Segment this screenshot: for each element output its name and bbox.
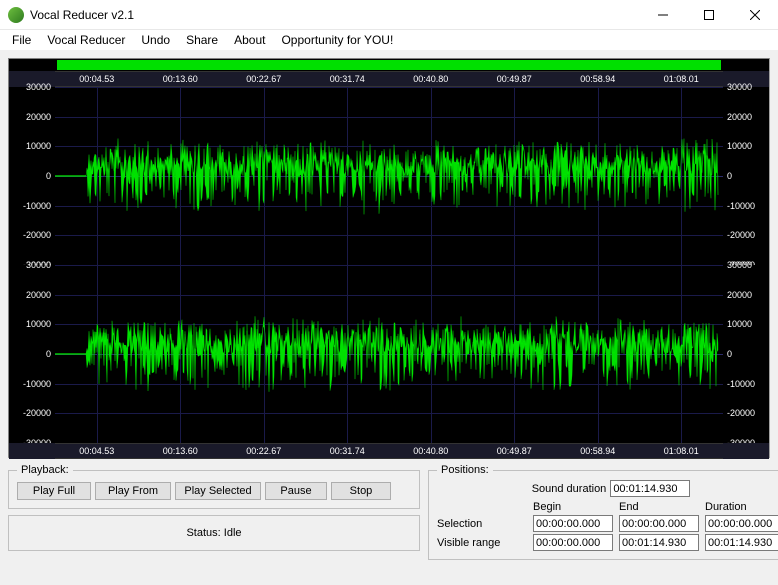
ruler-tick: 00:22.67 xyxy=(246,446,281,456)
y-axis-tick: 30000 xyxy=(26,82,51,92)
y-axis-tick: 20000 xyxy=(727,112,752,122)
y-axis-tick: 10000 xyxy=(727,141,752,151)
menu-about[interactable]: About xyxy=(226,31,273,49)
playback-group: Playback: Play Full Play From Play Selec… xyxy=(8,464,420,509)
positions-group: Positions: Sound duration 00:01:14.930 B… xyxy=(428,464,778,560)
playback-legend: Playback: xyxy=(17,464,73,476)
y-axis-tick: 10000 xyxy=(26,141,51,151)
progress-row xyxy=(9,59,769,71)
ruler-tick: 01:08.01 xyxy=(664,74,699,84)
y-axis-tick: 20000 xyxy=(727,290,752,300)
status-text: Status: Idle xyxy=(186,527,241,539)
waveform-canvas-right[interactable] xyxy=(55,265,723,443)
menu-opportunity[interactable]: Opportunity for YOU! xyxy=(273,31,401,49)
time-ruler-top[interactable]: 00:04.53 00:13.60 00:22.67 00:31.74 00:40.80… xyxy=(9,71,769,87)
y-axis-tick: 30000 xyxy=(727,82,752,92)
playback-progress[interactable] xyxy=(57,60,721,70)
ruler-tick: 00:04.53 xyxy=(79,74,114,84)
ruler-tick: 00:40.80 xyxy=(413,74,448,84)
y-axis-tick: 0 xyxy=(46,171,51,181)
positions-legend: Positions: xyxy=(437,464,493,476)
y-axis-tick: 10000 xyxy=(727,319,752,329)
ruler-tick: 00:31.74 xyxy=(330,74,365,84)
visible-duration: 00:01:14.930 xyxy=(705,534,778,551)
play-full-button[interactable]: Play Full xyxy=(17,482,91,500)
waveform-right-channel[interactable]: 3000020000100000-10000-20000-30000 30000… xyxy=(9,265,769,443)
close-button[interactable] xyxy=(732,0,778,30)
y-axis-tick: 20000 xyxy=(26,290,51,300)
ruler-tick: 00:49.87 xyxy=(497,74,532,84)
window-title: Vocal Reducer v2.1 xyxy=(30,8,640,22)
selection-begin: 00:00:00.000 xyxy=(533,515,613,532)
y-axis-tick: -10000 xyxy=(727,379,755,389)
y-axis-tick: 0 xyxy=(727,171,732,181)
selection-end: 00:00:00.000 xyxy=(619,515,699,532)
y-axis-tick: 30000 xyxy=(26,260,51,270)
menu-vocal-reducer[interactable]: Vocal Reducer xyxy=(39,31,133,49)
ruler-tick: 00:13.60 xyxy=(163,74,198,84)
sound-duration-value: 00:01:14.930 xyxy=(610,480,690,497)
menu-file[interactable]: File xyxy=(4,31,39,49)
y-axis-tick: 0 xyxy=(727,349,732,359)
y-axis-tick: -20000 xyxy=(23,230,51,240)
ruler-tick: 00:49.87 xyxy=(497,446,532,456)
selection-label: Selection xyxy=(437,518,527,530)
menubar: File Vocal Reducer Undo Share About Oppo… xyxy=(0,30,778,50)
end-header: End xyxy=(619,501,699,513)
sound-duration-label: Sound duration xyxy=(532,483,607,495)
ruler-tick: 00:13.60 xyxy=(163,446,198,456)
y-axis-tick: 10000 xyxy=(26,319,51,329)
minimize-button[interactable] xyxy=(640,0,686,30)
y-axis-tick: -10000 xyxy=(727,201,755,211)
play-from-button[interactable]: Play From xyxy=(95,482,171,500)
visible-begin: 00:00:00.000 xyxy=(533,534,613,551)
ruler-tick: 00:04.53 xyxy=(79,446,114,456)
y-axis-right: 3000020000100000-10000-20000-30000 xyxy=(723,265,769,443)
app-icon xyxy=(8,7,24,23)
ruler-tick: 00:40.80 xyxy=(413,446,448,456)
ruler-tick: 00:31.74 xyxy=(330,446,365,456)
menu-undo[interactable]: Undo xyxy=(133,31,178,49)
ruler-tick: 01:08.01 xyxy=(664,446,699,456)
maximize-button[interactable] xyxy=(686,0,732,30)
menu-share[interactable]: Share xyxy=(178,31,226,49)
visible-end: 00:01:14.930 xyxy=(619,534,699,551)
ruler-tick: 00:22.67 xyxy=(246,74,281,84)
y-axis-tick: -10000 xyxy=(23,201,51,211)
play-selected-button[interactable]: Play Selected xyxy=(175,482,261,500)
stop-button[interactable]: Stop xyxy=(331,482,391,500)
y-axis-tick: 0 xyxy=(46,349,51,359)
waveform-panel: 00:04.53 00:13.60 00:22.67 00:31.74 00:40.80… xyxy=(8,58,770,458)
y-axis-left: 3000020000100000-10000-20000-30000 xyxy=(9,87,55,265)
y-axis-right: 3000020000100000-10000-20000-30000 xyxy=(723,87,769,265)
y-axis-tick: -20000 xyxy=(727,230,755,240)
titlebar[interactable]: Vocal Reducer v2.1 xyxy=(0,0,778,30)
y-axis-tick: -20000 xyxy=(23,408,51,418)
y-axis-tick: -20000 xyxy=(727,408,755,418)
waveform-left-channel[interactable]: 3000020000100000-10000-20000-30000 30000… xyxy=(9,87,769,265)
waveform-canvas-left[interactable] xyxy=(55,87,723,265)
begin-header: Begin xyxy=(533,501,613,513)
y-axis-left: 3000020000100000-10000-20000-30000 xyxy=(9,265,55,443)
status-box: Status: Idle xyxy=(8,515,420,551)
y-axis-tick: 30000 xyxy=(727,260,752,270)
visible-range-label: Visible range xyxy=(437,537,527,549)
ruler-tick: 00:58.94 xyxy=(580,74,615,84)
ruler-tick: 00:58.94 xyxy=(580,446,615,456)
y-axis-tick: -10000 xyxy=(23,379,51,389)
duration-header: Duration xyxy=(705,501,778,513)
pause-button[interactable]: Pause xyxy=(265,482,327,500)
time-ruler-bottom[interactable]: 00:04.53 00:13.60 00:22.67 00:31.74 00:40.80… xyxy=(9,443,769,459)
y-axis-tick: 20000 xyxy=(26,112,51,122)
selection-duration: 00:00:00.000 xyxy=(705,515,778,532)
